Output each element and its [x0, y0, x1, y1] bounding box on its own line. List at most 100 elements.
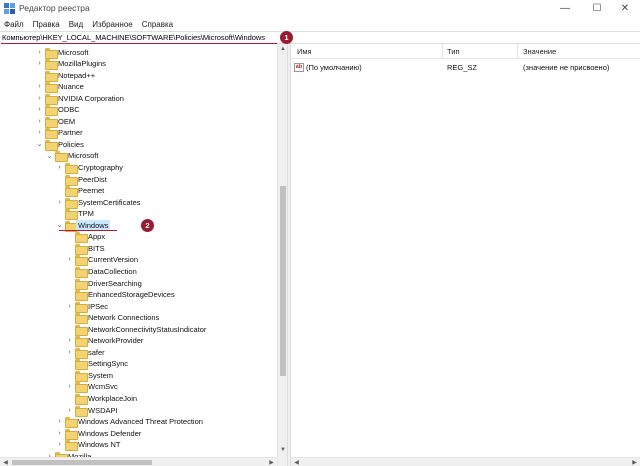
- expand-chevron-icon[interactable]: ›: [36, 59, 43, 68]
- expand-chevron-icon[interactable]: ›: [56, 429, 63, 438]
- expand-chevron-icon[interactable]: [56, 209, 63, 218]
- expand-chevron-icon[interactable]: [66, 325, 73, 334]
- expand-chevron-icon[interactable]: ›: [36, 94, 43, 103]
- tree-node[interactable]: › Windows Advanced Threat Protection: [0, 416, 277, 429]
- tree-node[interactable]: › Partner: [0, 127, 277, 140]
- folder-icon: [55, 151, 68, 163]
- close-button[interactable]: ✕: [610, 0, 640, 17]
- expand-chevron-icon[interactable]: [66, 290, 73, 299]
- tree-node[interactable]: Peernet: [0, 185, 277, 198]
- tree-node[interactable]: › NetworkProvider: [0, 335, 277, 348]
- column-name[interactable]: Имя: [297, 47, 312, 56]
- tree-node[interactable]: › Windows Defender: [0, 428, 277, 440]
- tree-node[interactable]: › CurrentVersion: [0, 254, 277, 267]
- expand-chevron-icon[interactable]: ›: [36, 128, 43, 137]
- menu-file[interactable]: Файл: [4, 20, 24, 29]
- expand-chevron-icon[interactable]: [36, 71, 43, 80]
- tree-node[interactable]: › OEM: [0, 116, 277, 128]
- expand-chevron-icon[interactable]: [66, 232, 73, 241]
- tree-node[interactable]: › IPSec: [0, 301, 277, 313]
- expand-chevron-icon[interactable]: ›: [56, 440, 63, 449]
- expand-chevron-icon[interactable]: [66, 371, 73, 380]
- tree-node[interactable]: EnhancedStorageDevices: [0, 289, 277, 302]
- column-separator[interactable]: [442, 44, 443, 59]
- collapse-chevron-icon[interactable]: ⌄: [56, 221, 63, 230]
- expand-chevron-icon[interactable]: ›: [66, 382, 73, 391]
- scroll-left-arrow-icon[interactable]: ◀: [292, 458, 301, 466]
- expand-chevron-icon[interactable]: ›: [66, 336, 73, 345]
- expand-chevron-icon[interactable]: [66, 267, 73, 276]
- tree-node[interactable]: › WcmSvc: [0, 381, 277, 394]
- menu-help[interactable]: Справка: [142, 20, 173, 29]
- expand-chevron-icon[interactable]: ›: [36, 48, 43, 57]
- list-item[interactable]: ab (По умолчанию) REG_SZ (значение не пр…: [291, 62, 640, 73]
- expand-chevron-icon[interactable]: [66, 244, 73, 253]
- expand-chevron-icon[interactable]: ›: [66, 255, 73, 264]
- tree-node-label: WcmSvc: [88, 382, 118, 392]
- scroll-up-arrow-icon[interactable]: ▲: [279, 45, 287, 53]
- tree-node[interactable]: › Cryptography: [0, 162, 277, 174]
- tree-node[interactable]: PeerDist: [0, 174, 277, 186]
- tree-node[interactable]: › WSDAPI: [0, 405, 277, 417]
- expand-chevron-icon[interactable]: ›: [36, 117, 43, 126]
- minimize-button[interactable]: —: [550, 0, 580, 17]
- address-path[interactable]: Компьютер\HKEY_LOCAL_MACHINE\SOFTWARE\Po…: [2, 33, 265, 42]
- collapse-chevron-icon[interactable]: ⌄: [46, 151, 53, 160]
- address-bar[interactable]: Компьютер\HKEY_LOCAL_MACHINE\SOFTWARE\Po…: [0, 31, 640, 44]
- tree-node[interactable]: › safer: [0, 347, 277, 359]
- expand-chevron-icon[interactable]: [66, 279, 73, 288]
- tree-node[interactable]: System: [0, 370, 277, 382]
- menu-view[interactable]: Вид: [69, 20, 83, 29]
- tree-node[interactable]: DriverSearching: [0, 278, 277, 290]
- column-type[interactable]: Тип: [447, 47, 460, 56]
- tree-hscroll-thumb[interactable]: [12, 460, 152, 465]
- tree-node[interactable]: Appx: [0, 231, 277, 244]
- scroll-right-arrow-icon[interactable]: ▶: [267, 458, 276, 466]
- tree-horizontal-scrollbar[interactable]: ◀ ▶: [0, 457, 277, 466]
- tree-node[interactable]: › Nuance: [0, 81, 277, 94]
- tree-node[interactable]: › MozillaPlugins: [0, 58, 277, 71]
- expand-chevron-icon[interactable]: [56, 186, 63, 195]
- expand-chevron-icon[interactable]: ›: [56, 163, 63, 172]
- tree-node[interactable]: TPM: [0, 208, 277, 221]
- tree-node[interactable]: DataCollection: [0, 266, 277, 278]
- tree-node[interactable]: ⌄ Microsoft: [0, 150, 277, 163]
- maximize-button[interactable]: ☐: [582, 0, 612, 17]
- expand-chevron-icon[interactable]: [66, 394, 73, 403]
- tree-node[interactable]: › NVIDIA Corporation: [0, 93, 277, 105]
- list-horizontal-scrollbar[interactable]: ◀ ▶: [291, 457, 640, 466]
- tree-node[interactable]: ⌄ Windows: [0, 219, 277, 232]
- expand-chevron-icon[interactable]: ›: [66, 348, 73, 357]
- expand-chevron-icon[interactable]: ›: [56, 417, 63, 426]
- expand-chevron-icon[interactable]: ›: [36, 82, 43, 91]
- scroll-down-arrow-icon[interactable]: ▼: [279, 446, 287, 454]
- tree-node[interactable]: WorkplaceJoin: [0, 393, 277, 405]
- menu-edit[interactable]: Правка: [33, 20, 60, 29]
- collapse-chevron-icon[interactable]: ⌄: [36, 140, 43, 149]
- tree-node[interactable]: › Windows NT: [0, 439, 277, 452]
- expand-chevron-icon[interactable]: ›: [56, 198, 63, 207]
- scroll-right-arrow-icon[interactable]: ▶: [630, 458, 639, 466]
- expand-chevron-icon[interactable]: [66, 313, 73, 322]
- menu-favorites[interactable]: Избранное: [92, 20, 133, 29]
- tree-vertical-scrollbar[interactable]: ▲ ▼: [277, 44, 287, 466]
- tree-node[interactable]: BITS: [0, 243, 277, 255]
- tree-node[interactable]: NetworkConnectivityStatusIndicator: [0, 324, 277, 336]
- tree-scroll-thumb[interactable]: [280, 186, 286, 376]
- tree-node[interactable]: Network Connections: [0, 312, 277, 325]
- tree-node[interactable]: › SystemCertificates: [0, 197, 277, 209]
- expand-chevron-icon[interactable]: ›: [66, 406, 73, 415]
- tree-node[interactable]: SettingSync: [0, 358, 277, 371]
- tree-node[interactable]: ⌄ Policies: [0, 139, 277, 151]
- column-value[interactable]: Значение: [523, 47, 556, 56]
- expand-chevron-icon[interactable]: ›: [36, 105, 43, 114]
- tree-node-label: CurrentVersion: [88, 255, 139, 265]
- scroll-left-arrow-icon[interactable]: ◀: [1, 458, 10, 466]
- tree-node[interactable]: › ODBC: [0, 104, 277, 117]
- expand-chevron-icon[interactable]: [66, 359, 73, 368]
- column-separator[interactable]: [517, 44, 518, 59]
- expand-chevron-icon[interactable]: [56, 175, 63, 184]
- expand-chevron-icon[interactable]: ›: [66, 302, 73, 311]
- tree-node[interactable]: › Microsoft: [0, 47, 277, 59]
- tree-node[interactable]: Notepad++: [0, 70, 277, 82]
